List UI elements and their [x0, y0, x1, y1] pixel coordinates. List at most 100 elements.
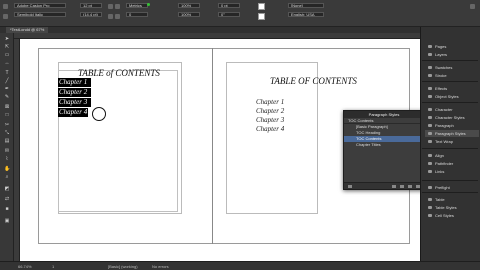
font-family-field[interactable]: Adobe Caslon Pro — [14, 3, 66, 8]
preflight-profile[interactable]: [Basic] (working) — [108, 262, 138, 270]
right-chapter-2[interactable]: Chapter 2 — [256, 107, 284, 115]
zoom-level[interactable]: 66.74% — [18, 262, 32, 270]
style-group-icon[interactable] — [348, 185, 352, 188]
dock-item-layers[interactable]: Layers — [425, 51, 479, 58]
vertical-scale-field[interactable]: 100% — [178, 3, 200, 8]
dock-item-cell-styles[interactable]: Cell Styles — [425, 212, 479, 219]
screen-mode-icon[interactable]: ▣ — [4, 219, 10, 224]
page-tool-icon[interactable]: ▭ — [4, 53, 10, 58]
subscript-icon[interactable] — [115, 14, 120, 19]
dock-item-stroke[interactable]: Stroke — [425, 72, 479, 79]
layers-icon — [428, 53, 432, 56]
folder-icon[interactable] — [400, 185, 404, 188]
dock-separator — [422, 81, 478, 82]
skew-field[interactable]: 0° — [218, 12, 240, 17]
gap-tool-icon[interactable]: ↔ — [4, 61, 10, 66]
fill-swatch[interactable] — [258, 3, 265, 10]
dock-item-paragraph-styles[interactable]: Paragraph Styles — [425, 130, 479, 137]
superscript-icon[interactable] — [108, 14, 113, 19]
paragraph-styles-panel: Paragraph Styles TOC Contents [Basic Par… — [343, 110, 425, 190]
line-tool-icon[interactable]: ╱ — [4, 79, 10, 84]
dock-item-pathfinder[interactable]: Pathfinder — [425, 160, 479, 167]
panel-menu-icon[interactable] — [470, 4, 475, 9]
dock-item-paragraph[interactable]: Paragraph — [425, 122, 479, 129]
gradient-tool-icon[interactable]: ▤ — [4, 139, 10, 144]
language-field[interactable]: English: USA — [288, 12, 324, 17]
dock-item-table-styles[interactable]: Table Styles — [425, 204, 479, 211]
dock-item-text-wrap[interactable]: Text Wrap — [425, 138, 479, 145]
font-style-field[interactable]: Semibold Italic — [14, 12, 66, 17]
left-chapter-1[interactable]: Chapter 1 — [58, 78, 91, 87]
baseline-shift-field[interactable]: 0 pt — [218, 3, 240, 8]
character-style-field[interactable]: [None] — [288, 3, 324, 8]
type-tool-icon[interactable]: T — [4, 71, 10, 76]
preflight-ok-icon — [147, 3, 150, 6]
preflight-status: No errors — [152, 264, 169, 269]
paragraph-style-item[interactable]: Chapter Titles — [344, 142, 424, 148]
rectangle-frame-tool-icon[interactable]: ⊠ — [4, 105, 10, 110]
all-caps-icon[interactable] — [108, 4, 113, 9]
status-bar: 66.74% 1 [Basic] (working) No errors — [0, 261, 480, 270]
leading-field[interactable]: (14.4 pt) — [80, 12, 102, 17]
dock-item-label: Preflight — [435, 185, 450, 190]
pen-tool-icon[interactable]: ✒ — [4, 87, 10, 92]
dock-item-label: Table Styles — [435, 205, 457, 210]
left-chapter-2[interactable]: Chapter 2 — [58, 88, 91, 97]
left-toc-title[interactable]: TABLE of CONTENTS — [78, 68, 160, 78]
swatches-icon — [428, 66, 432, 69]
text-wrap-icon — [428, 140, 432, 143]
direct-selection-tool-icon[interactable]: ⇱ — [4, 45, 10, 50]
dock-item-effects[interactable]: Effects — [425, 85, 479, 92]
rectangle-tool-icon[interactable]: □ — [4, 113, 10, 118]
clear-overrides-icon[interactable] — [392, 185, 396, 188]
zoom-tool-icon[interactable]: ⌕ — [4, 175, 10, 180]
small-caps-icon[interactable] — [115, 4, 120, 9]
tracking-field[interactable]: 0 — [126, 12, 148, 17]
text-icon[interactable] — [3, 4, 8, 9]
font-size-field[interactable]: 12 pt — [80, 3, 102, 8]
paragraph-icon[interactable] — [3, 14, 8, 19]
dock-item-label: Cell Styles — [435, 213, 454, 218]
dock-item-label: Pathfinder — [435, 161, 454, 166]
kerning-field[interactable]: Metrics — [126, 3, 148, 8]
stroke-icon — [428, 74, 432, 77]
cell-styles-icon — [428, 214, 432, 217]
dock-item-label: Character — [435, 107, 453, 112]
new-style-icon[interactable] — [408, 185, 412, 188]
dock-item-preflight[interactable]: Preflight — [425, 184, 479, 191]
dock-item-character[interactable]: Character — [425, 106, 479, 113]
dock-item-label: Stroke — [435, 73, 447, 78]
page-number[interactable]: 1 — [52, 262, 54, 270]
eyedropper-tool-icon[interactable]: ⌇ — [4, 157, 10, 162]
swap-fill-stroke-icon[interactable]: ⇄ — [4, 197, 10, 202]
dock-item-swatches[interactable]: Swatches — [425, 64, 479, 71]
fill-stroke-icon[interactable]: ◩ — [4, 187, 10, 192]
dock-item-label: Character Styles — [435, 115, 465, 120]
character-icon — [428, 108, 432, 111]
right-chapter-1[interactable]: Chapter 1 — [256, 98, 284, 106]
note-tool-icon[interactable]: ✉ — [4, 149, 10, 154]
dock-item-label: Text Wrap — [435, 139, 453, 144]
paragraph-panel-footer — [344, 182, 424, 189]
pencil-tool-icon[interactable]: ✎ — [4, 95, 10, 100]
dock-item-label: Layers — [435, 52, 448, 57]
dock-item-character-styles[interactable]: Character Styles — [425, 114, 479, 121]
right-chapter-3[interactable]: Chapter 3 — [256, 116, 284, 124]
hand-tool-icon[interactable]: ✋ — [4, 167, 10, 172]
stroke-swatch[interactable] — [258, 13, 265, 20]
dock-item-pages[interactable]: Pages — [425, 43, 479, 50]
free-transform-tool-icon[interactable]: ⤡ — [4, 131, 10, 136]
left-chapter-3[interactable]: Chapter 3 — [58, 98, 91, 107]
dock-item-links[interactable]: Links — [425, 168, 479, 175]
apply-color-icon[interactable]: ■ — [4, 207, 10, 212]
right-toc-title[interactable]: TABLE OF CONTENTS — [270, 76, 357, 86]
right-chapter-4[interactable]: Chapter 4 — [256, 125, 284, 133]
dock-item-align[interactable]: Align — [425, 152, 479, 159]
horizontal-scale-field[interactable]: 100% — [178, 12, 200, 17]
left-chapter-4[interactable]: Chapter 4 — [58, 108, 88, 117]
dock-item-object-styles[interactable]: Object Styles — [425, 93, 479, 100]
dock-item-table[interactable]: Table — [425, 196, 479, 203]
paragraph-styles-panel-title[interactable]: Paragraph Styles — [344, 111, 424, 118]
selection-tool-icon[interactable]: ➤ — [4, 37, 10, 42]
scissors-tool-icon[interactable]: ✂ — [4, 123, 10, 128]
